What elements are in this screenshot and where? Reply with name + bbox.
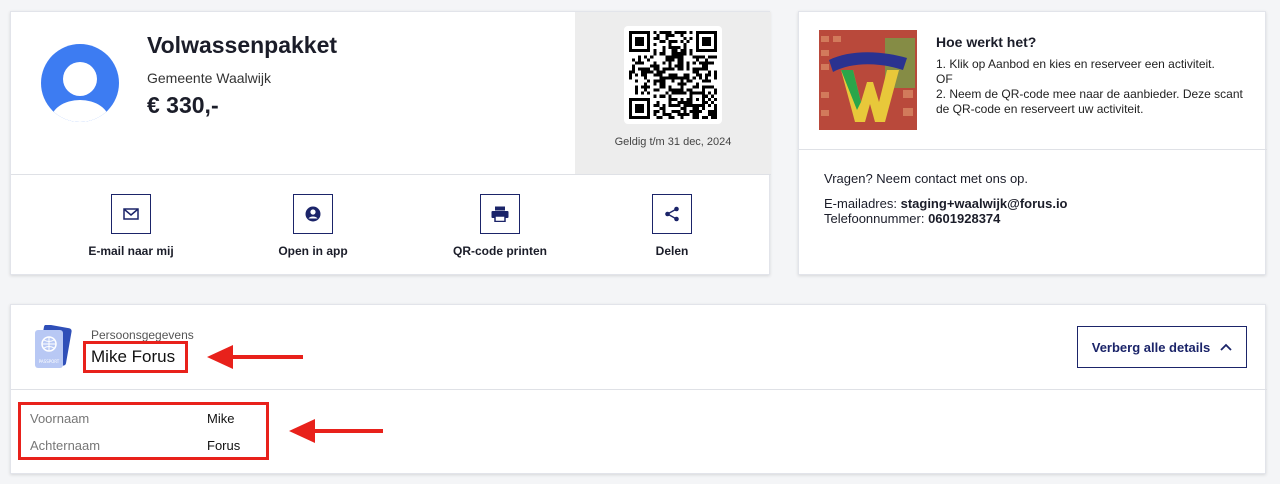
info-step-2: 2. Neem de QR-code mee naar de aanbieder… bbox=[936, 87, 1243, 116]
arrow-icon bbox=[289, 419, 383, 443]
qr-panel: Geldig t/m 31 dec, 2024 bbox=[575, 12, 771, 174]
divider bbox=[799, 149, 1267, 150]
voucher-summary: Volwassenpakket Gemeente Waalwijk € 330,… bbox=[11, 12, 575, 174]
passport-icon: PASSPORT bbox=[31, 324, 73, 371]
section-label: Persoonsgegevens bbox=[91, 328, 194, 342]
chevron-up-icon bbox=[1220, 343, 1232, 351]
highlight-box bbox=[83, 341, 188, 373]
contact-details: E-mailadres: staging+waalwijk@forus.io T… bbox=[824, 196, 1068, 226]
voucher-valid-until: Geldig t/m 31 dec, 2024 bbox=[614, 136, 732, 148]
share-label: Delen bbox=[655, 244, 689, 258]
print-qr-button[interactable]: QR-code printen bbox=[410, 194, 590, 258]
highlight-box bbox=[18, 402, 269, 460]
qr-code bbox=[624, 26, 722, 124]
voucher-amount: € 330,- bbox=[147, 92, 219, 118]
divider bbox=[11, 174, 771, 175]
info-title: Hoe werkt het? bbox=[936, 34, 1037, 50]
open-in-app-button[interactable]: Open in app bbox=[223, 194, 403, 258]
voucher-organization: Gemeente Waalwijk bbox=[147, 70, 271, 86]
mail-icon bbox=[111, 194, 151, 234]
phone-value[interactable]: 0601928374 bbox=[928, 211, 1000, 226]
email-me-label: E-mail naar mij bbox=[88, 244, 174, 258]
passport-text: PASSPORT bbox=[39, 359, 60, 364]
voucher-card: Volwassenpakket Gemeente Waalwijk € 330,… bbox=[10, 11, 771, 275]
email-me-button[interactable]: E-mail naar mij bbox=[41, 194, 221, 258]
info-card: Hoe werkt het? 1. Klik op Aanbod en kies… bbox=[798, 11, 1267, 275]
contact-question: Vragen? Neem contact met ons op. bbox=[824, 171, 1029, 186]
phone-label: Telefoonnummer: bbox=[824, 211, 925, 226]
divider bbox=[11, 389, 1267, 390]
share-icon bbox=[652, 194, 692, 234]
info-step-1: 1. Klik op Aanbod en kies en reserveer e… bbox=[936, 57, 1215, 71]
info-or: OF bbox=[936, 72, 953, 86]
share-button[interactable]: Delen bbox=[582, 194, 762, 258]
email-value[interactable]: staging+waalwijk@forus.io bbox=[901, 196, 1068, 211]
avatar bbox=[41, 44, 119, 122]
user-circle-icon bbox=[293, 194, 333, 234]
personal-data-card: PASSPORT Persoonsgegevens Mike Forus Ver… bbox=[10, 304, 1267, 474]
voucher-title: Volwassenpakket bbox=[147, 32, 338, 58]
open-in-app-label: Open in app bbox=[278, 244, 348, 258]
program-logo-image bbox=[819, 30, 917, 130]
hide-details-button[interactable]: Verberg alle details bbox=[1077, 326, 1247, 368]
email-label: E-mailadres: bbox=[824, 196, 897, 211]
printer-icon bbox=[480, 194, 520, 234]
info-instructions: 1. Klik op Aanbod en kies en reserveer e… bbox=[936, 57, 1256, 117]
print-qr-label: QR-code printen bbox=[452, 244, 547, 258]
hide-details-label: Verberg alle details bbox=[1091, 339, 1211, 355]
arrow-icon bbox=[207, 345, 303, 369]
